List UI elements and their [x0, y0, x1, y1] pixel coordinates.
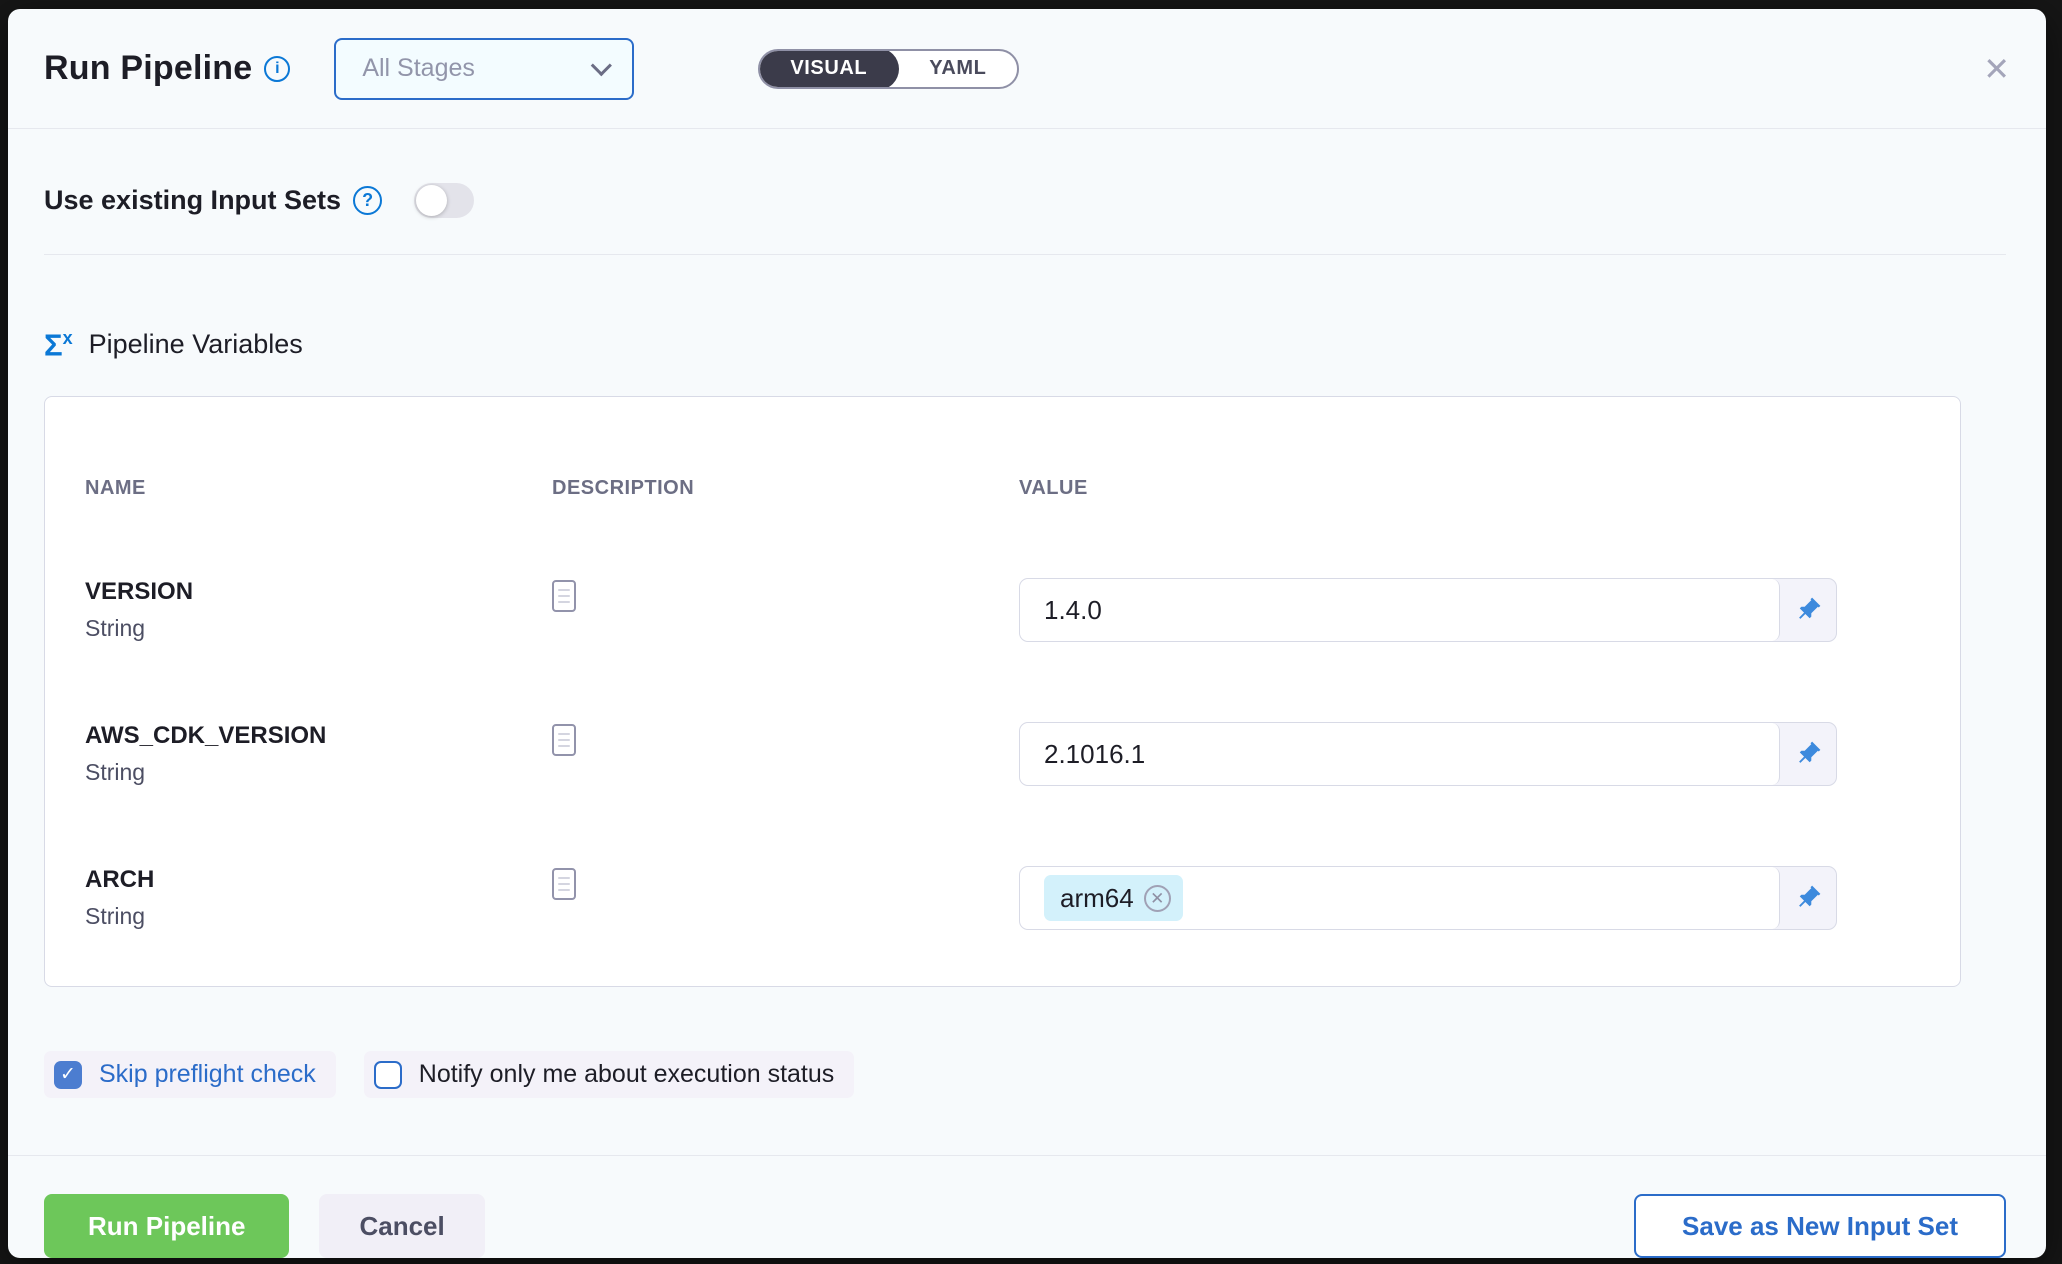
run-pipeline-modal: Run Pipeline i All Stages VISUAL YAML ✕ …	[8, 9, 2046, 1258]
variable-type: String	[85, 903, 552, 930]
checkbox-checked-icon[interactable]: ✓	[54, 1061, 82, 1089]
pin-button[interactable]	[1780, 867, 1836, 929]
cancel-button[interactable]: Cancel	[319, 1194, 484, 1258]
input-sets-label: Use existing Input Sets	[44, 185, 341, 216]
stage-select[interactable]: All Stages	[334, 38, 634, 100]
value-group: arm64 ✕	[1019, 866, 1837, 930]
pin-button[interactable]	[1780, 579, 1836, 641]
col-value: VALUE	[1019, 477, 1920, 500]
tab-yaml[interactable]: YAML	[899, 49, 1016, 89]
run-pipeline-button[interactable]: Run Pipeline	[44, 1194, 289, 1258]
help-icon[interactable]: ?	[353, 186, 382, 215]
table-header: NAME DESCRIPTION VALUE	[85, 477, 1920, 500]
toggle-knob	[416, 185, 447, 216]
value-group: 1.4.0	[1019, 578, 1837, 642]
modal-footer: Run Pipeline Cancel Save as New Input Se…	[8, 1156, 2046, 1258]
input-sets-row: Use existing Input Sets ?	[44, 183, 2006, 218]
pin-icon	[1794, 740, 1822, 768]
checkbox-unchecked-icon[interactable]	[374, 1061, 402, 1089]
modal-header: Run Pipeline i All Stages VISUAL YAML ✕	[8, 9, 2046, 129]
table-row: VERSION String 1.4.0	[85, 578, 1920, 642]
variable-type: String	[85, 759, 552, 786]
pin-icon	[1794, 596, 1822, 624]
checkbox-label: Skip preflight check	[99, 1060, 316, 1089]
page-title: Run Pipeline	[44, 49, 252, 88]
variable-name: AWS_CDK_VERSION	[85, 722, 552, 750]
variable-type: String	[85, 615, 552, 642]
sigma-icon: Σx	[44, 329, 73, 360]
save-as-new-input-set-button[interactable]: Save as New Input Set	[1634, 1194, 2006, 1258]
pin-button[interactable]	[1780, 723, 1836, 785]
notify-only-me-checkbox[interactable]: Notify only me about execution status	[364, 1051, 855, 1098]
description-icon[interactable]	[552, 580, 576, 612]
description-icon[interactable]	[552, 724, 576, 756]
variables-card: NAME DESCRIPTION VALUE VERSION String 1.…	[44, 396, 1961, 987]
variable-value-input[interactable]: 1.4.0	[1020, 579, 1780, 641]
table-row: AWS_CDK_VERSION String 2.1016.1	[85, 722, 1920, 786]
value-group: 2.1016.1	[1019, 722, 1837, 786]
tab-visual[interactable]: VISUAL	[758, 49, 899, 89]
col-description: DESCRIPTION	[552, 477, 1019, 500]
col-name: NAME	[85, 477, 552, 500]
view-toggle: VISUAL YAML	[758, 49, 1018, 89]
info-icon[interactable]: i	[264, 56, 290, 82]
chevron-down-icon	[591, 55, 612, 76]
variable-name: VERSION	[85, 578, 552, 606]
remove-tag-icon[interactable]: ✕	[1144, 885, 1171, 912]
variable-value-input[interactable]: 2.1016.1	[1020, 723, 1780, 785]
table-row: ARCH String arm64 ✕	[85, 866, 1920, 930]
close-icon[interactable]: ✕	[1983, 53, 2010, 85]
variable-name: ARCH	[85, 866, 552, 894]
tag-label: arm64	[1060, 883, 1134, 914]
modal-body: Use existing Input Sets ? Σx Pipeline Va…	[8, 129, 2046, 1119]
input-sets-toggle[interactable]	[414, 183, 474, 218]
execution-options: ✓ Skip preflight check Notify only me ab…	[44, 1051, 2006, 1098]
section-title: Pipeline Variables	[89, 329, 303, 360]
checkbox-label: Notify only me about execution status	[419, 1060, 835, 1089]
pin-icon	[1794, 884, 1822, 912]
skip-preflight-checkbox[interactable]: ✓ Skip preflight check	[44, 1051, 336, 1098]
description-icon[interactable]	[552, 868, 576, 900]
divider	[44, 254, 2006, 255]
pipeline-variables-heading: Σx Pipeline Variables	[44, 329, 2006, 360]
stage-select-value: All Stages	[362, 54, 475, 83]
variable-value-input[interactable]: arm64 ✕	[1020, 867, 1780, 929]
value-tag: arm64 ✕	[1044, 875, 1183, 921]
